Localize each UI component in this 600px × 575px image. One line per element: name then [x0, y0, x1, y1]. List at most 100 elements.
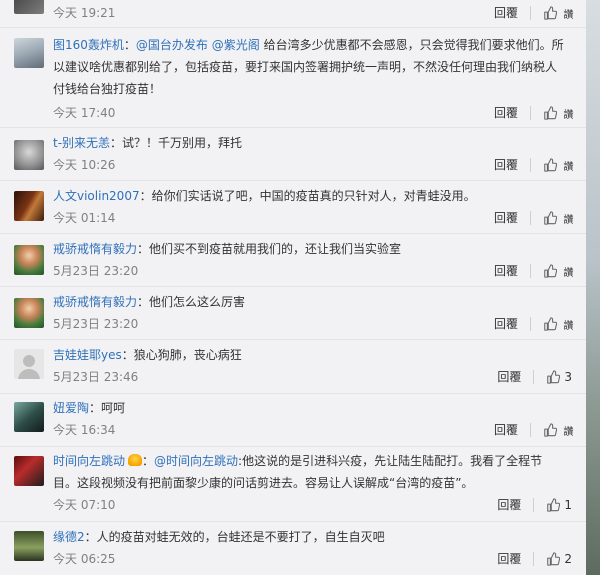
- comment-item: 今天 19:21 回覆 讚: [0, 0, 586, 28]
- comment-time: 今天 17:40: [53, 106, 116, 120]
- user-avatar[interactable]: [14, 402, 44, 432]
- comment-actions: 回覆 讚: [494, 315, 572, 333]
- reply-button[interactable]: 回覆: [497, 496, 521, 514]
- like-count: 1: [564, 498, 572, 512]
- comment-list: 今天 19:21 回覆 讚 图160轰炸机：@国台办发布 @紫光阁 给台湾多少优…: [0, 0, 586, 575]
- comment-time: 今天 16:34: [53, 423, 116, 437]
- comment-body: 妞爱陶：呵呵: [53, 397, 566, 419]
- like-button[interactable]: 讚: [543, 317, 572, 331]
- user-name-link[interactable]: 时间向左跳动: [53, 454, 125, 468]
- user-avatar[interactable]: [14, 38, 44, 68]
- user-avatar[interactable]: [14, 245, 44, 275]
- comment-text: :他这说的是引进科兴疫，先让陆生陆配打。我看了全程节目。这段视频没有把前面黎少康…: [53, 454, 543, 490]
- like-count: 讚: [561, 9, 572, 17]
- like-button[interactable]: 1: [546, 496, 572, 514]
- user-name-link[interactable]: t-别来无恙: [53, 136, 110, 150]
- reply-button[interactable]: 回覆: [494, 209, 518, 227]
- like-count: 讚: [561, 267, 572, 275]
- like-button[interactable]: 讚: [543, 158, 572, 172]
- comment-meta: 今天 19:21 回覆 讚: [53, 4, 572, 22]
- comment-text: ：呵呵: [89, 401, 126, 415]
- comment-meta: 5月23日 23:46 回覆 3: [53, 368, 572, 386]
- comment-text: ：狼心狗肺，丧心病狂: [121, 348, 242, 362]
- like-button[interactable]: 讚: [543, 264, 572, 278]
- like-button[interactable]: 讚: [543, 6, 572, 20]
- user-avatar[interactable]: [14, 191, 44, 221]
- like-button[interactable]: 讚: [543, 423, 572, 437]
- comment-body: 戒骄戒惰有毅力：他们怎么这么厉害: [53, 291, 566, 313]
- divider: [533, 370, 535, 384]
- user-name-link[interactable]: 戒骄戒惰有毅力: [53, 242, 137, 256]
- like-count: 讚: [561, 214, 572, 222]
- default-avatar-icon: [18, 355, 40, 379]
- reply-button[interactable]: 回覆: [497, 368, 521, 386]
- comment-body: 人文violin2007：给你们实话说了吧，中国的疫苗真的只针对人，对青蛙没用。: [53, 185, 566, 207]
- divider: [530, 317, 531, 331]
- user-avatar[interactable]: [14, 531, 44, 561]
- comment-actions: 回覆 讚: [494, 156, 572, 174]
- comment-actions: 回覆 3: [497, 368, 572, 386]
- like-button[interactable]: 3: [546, 368, 572, 386]
- user-avatar[interactable]: [14, 0, 44, 14]
- comment-item: 戒骄戒惰有毅力：他们怎么这么厉害 5月23日 23:20 回覆 讚: [0, 286, 586, 340]
- thumbs-up-icon: [544, 6, 557, 20]
- comment-item: 戒骄戒惰有毅力：他们买不到疫苗就用我们的，还让我们当实验室 5月23日 23:2…: [0, 233, 586, 287]
- user-avatar[interactable]: [14, 456, 44, 486]
- comment-actions: 回覆 讚: [494, 262, 572, 280]
- user-name-link[interactable]: 图160轰炸机: [53, 38, 124, 52]
- user-name-link[interactable]: 人文violin2007: [53, 189, 140, 203]
- mention-link[interactable]: @国台办发布: [136, 38, 208, 52]
- divider: [530, 158, 531, 172]
- reply-button[interactable]: 回覆: [494, 104, 518, 122]
- comment-item: 图160轰炸机：@国台办发布 @紫光阁 给台湾多少优惠都不会感恩，只会觉得我们要…: [0, 27, 586, 128]
- comment-item: 时间向左跳动 ：@时间向左跳动:他这说的是引进科兴疫，先让陆生陆配打。我看了全程节…: [0, 446, 586, 522]
- user-name-link[interactable]: 缘德2: [53, 530, 85, 544]
- comment-meta: 今天 17:40 回覆 讚: [53, 104, 572, 122]
- reply-button[interactable]: 回覆: [494, 262, 518, 280]
- like-count: 2: [564, 552, 572, 566]
- comment-time: 今天 07:10: [53, 498, 116, 512]
- comment-time: 5月23日 23:20: [53, 264, 139, 278]
- comment-meta: 今天 01:14 回覆 讚: [53, 209, 572, 227]
- thumbs-up-icon: [544, 106, 557, 120]
- comment-body: 吉娃娃耶yes：狼心狗肺，丧心病狂: [53, 344, 566, 366]
- comment-time: 今天 19:21: [53, 6, 116, 20]
- reply-button[interactable]: 回覆: [494, 421, 518, 439]
- reply-button[interactable]: 回覆: [497, 550, 521, 568]
- comment-item: t-别来无恙：试？！千万别用，拜托 今天 10:26 回覆 讚: [0, 127, 586, 181]
- comment-time: 5月23日 23:46: [53, 370, 139, 384]
- user-avatar[interactable]: [14, 298, 44, 328]
- comment-time: 5月23日 23:20: [53, 317, 139, 331]
- comment-actions: 回覆 讚: [494, 209, 572, 227]
- user-name-link[interactable]: 戒骄戒惰有毅力: [53, 295, 137, 309]
- user-name-link[interactable]: 吉娃娃耶yes: [53, 348, 122, 362]
- comment-text: ：人的疫苗对蛙无效的，台蛙还是不要打了，自生自灭吧: [84, 530, 385, 544]
- divider: [533, 552, 535, 566]
- like-count: 讚: [561, 161, 572, 169]
- reply-button[interactable]: 回覆: [494, 156, 518, 174]
- thumbs-up-icon: [547, 552, 561, 566]
- comment-actions: 回覆 讚: [494, 421, 572, 439]
- comment-time: 今天 06:25: [53, 552, 116, 566]
- thumbs-up-icon: [547, 498, 561, 512]
- comment-body: 时间向左跳动 ：@时间向左跳动:他这说的是引进科兴疫，先让陆生陆配打。我看了全程节…: [53, 454, 543, 490]
- mention-link[interactable]: @紫光阁: [212, 38, 260, 52]
- comment-text: ：给你们实话说了吧，中国的疫苗真的只针对人，对青蛙没用。: [139, 189, 476, 203]
- comment-meta: 今天 06:25 回覆 2: [53, 550, 572, 568]
- comment-item: 人文violin2007：给你们实话说了吧，中国的疫苗真的只针对人，对青蛙没用。…: [0, 180, 586, 234]
- mention-link[interactable]: @时间向左跳动: [154, 454, 238, 468]
- reply-button[interactable]: 回覆: [494, 315, 518, 333]
- divider: [530, 264, 531, 278]
- user-avatar[interactable]: [14, 349, 44, 379]
- like-count: 讚: [561, 426, 572, 434]
- like-button[interactable]: 2: [546, 550, 572, 568]
- like-button[interactable]: 讚: [543, 211, 572, 225]
- comment-time: 今天 10:26: [53, 158, 116, 172]
- comment-body: t-别来无恙：试？！千万别用，拜托: [53, 132, 566, 154]
- user-name-link[interactable]: 妞爱陶: [53, 401, 89, 415]
- reply-button[interactable]: 回覆: [494, 4, 518, 22]
- user-avatar[interactable]: [14, 140, 44, 170]
- like-button[interactable]: 讚: [543, 106, 572, 120]
- comment-time: 今天 01:14: [53, 211, 116, 225]
- comment-actions: 回覆 讚: [494, 4, 572, 22]
